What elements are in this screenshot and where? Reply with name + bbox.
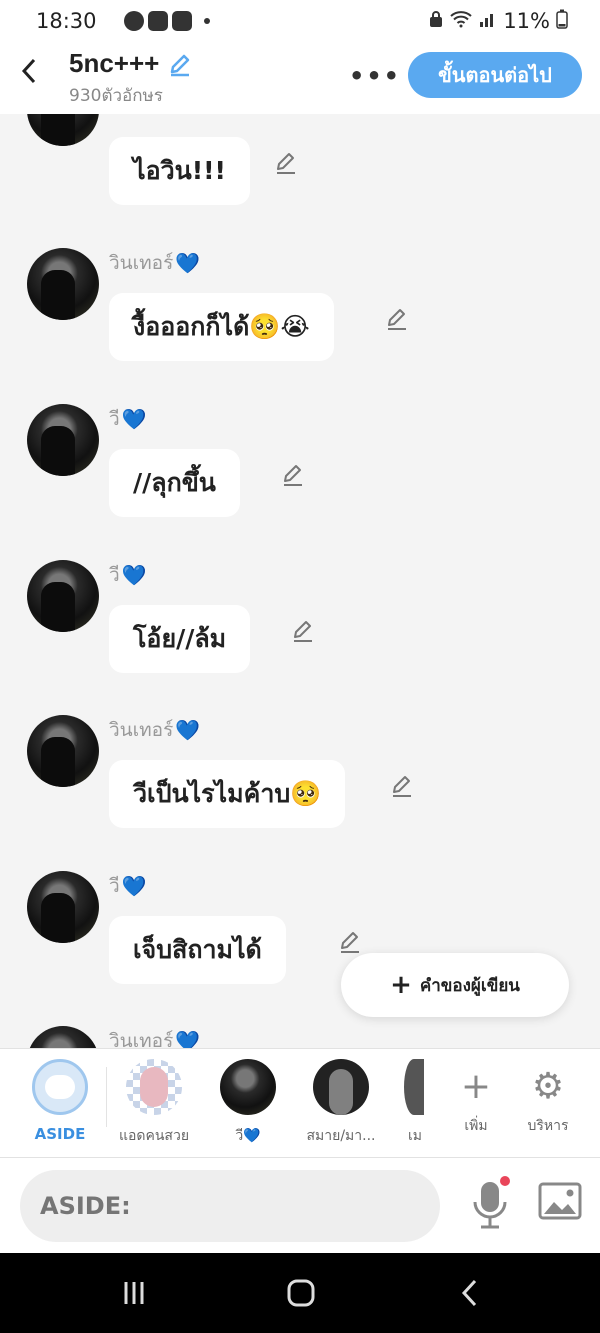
recording-dot-icon (500, 1176, 510, 1186)
nav-back-button[interactable] (450, 1273, 490, 1313)
sender-name: วินเทอร์ 💙 (109, 1026, 200, 1048)
next-step-button[interactable]: ขั้นตอนต่อไป (408, 52, 582, 98)
character-label: เม (407, 1128, 422, 1144)
sender-name: วินเทอร์ 💙 (109, 251, 201, 275)
more-options-button[interactable]: ••• (349, 62, 401, 90)
avatar[interactable] (27, 404, 99, 476)
gallery-icon (148, 11, 168, 31)
sender-name: วี 💙 (109, 407, 147, 431)
message-bubble[interactable]: เจ็บสิถามได้ (109, 916, 286, 984)
edit-pencil-icon[interactable] (337, 928, 363, 954)
gear-icon: ⚙ (531, 1066, 565, 1107)
page-title: 5nc+++ (69, 48, 160, 78)
edit-pencil-icon[interactable] (280, 461, 306, 487)
edit-pencil-icon[interactable] (273, 149, 299, 175)
home-button[interactable] (281, 1273, 321, 1313)
chevron-left-icon (21, 58, 36, 84)
more-notifications-dot-icon (204, 18, 210, 24)
character-admin[interactable]: แอดคนสวย (112, 1059, 196, 1147)
character-smile[interactable]: สมาย/มา... (298, 1059, 384, 1147)
aside-input[interactable] (20, 1170, 440, 1242)
add-character-button[interactable]: + เพิ่ม (450, 1059, 502, 1137)
avatar[interactable] (27, 114, 99, 146)
avatar[interactable] (27, 248, 99, 320)
avatar[interactable] (27, 871, 99, 943)
sender-name: วินเทอร์ 💙 (109, 718, 201, 742)
character-aside[interactable]: ASIDE (28, 1059, 92, 1143)
manage-button[interactable]: ⚙ บริหาร (520, 1059, 576, 1137)
chat-area[interactable]: ไอวิน!!! วินเทอร์ 💙 งื้อออกก็ได้🥺😭 วี 💙 //… (0, 114, 600, 1048)
blue-heart-icon: 💙 (121, 563, 147, 587)
manage-label: บริหาร (527, 1118, 569, 1134)
avatar (220, 1059, 276, 1115)
divider (106, 1067, 107, 1127)
sender-name: วี 💙 (109, 563, 147, 587)
back-button[interactable] (14, 56, 44, 96)
character-selector: ASIDE แอดคนสวย วี💙 สมาย/มา... เม + เพิ่ม… (0, 1048, 600, 1158)
message-bubble[interactable]: โอ้ย//ล้ม (109, 605, 251, 673)
character-count: 930ตัวอักษร (69, 86, 163, 106)
character-label: สมาย/มา... (306, 1128, 376, 1144)
message-bubble[interactable]: //ลุกขึ้น (109, 449, 240, 517)
system-nav-bar (0, 1253, 600, 1333)
avatar[interactable] (27, 715, 99, 787)
authors-note-button[interactable]: + คำของผู้เขียน (341, 953, 569, 1017)
recents-icon (124, 1282, 144, 1304)
system-icons: 11% (429, 9, 568, 33)
message-bubble[interactable]: ไอวิน!!! (109, 137, 250, 205)
recent-apps-button[interactable] (114, 1273, 154, 1313)
aside-avatar (32, 1059, 88, 1115)
character-label: แอดคนสวย (118, 1128, 190, 1144)
blue-heart-icon: 💙 (121, 407, 147, 431)
character-label: ASIDE (34, 1125, 86, 1143)
battery-icon (556, 9, 568, 33)
add-label: เพิ่ม (464, 1118, 488, 1134)
blue-heart-icon: 💙 (175, 251, 201, 275)
edit-title-icon[interactable] (167, 51, 193, 77)
youtube-icon (172, 11, 192, 31)
blue-heart-icon: 💙 (175, 1029, 201, 1048)
message-bubble[interactable]: งื้อออกก็ได้🥺😭 (109, 293, 334, 361)
wifi-icon (449, 10, 473, 32)
blue-heart-icon: 💙 (121, 874, 147, 898)
image-icon[interactable] (538, 1182, 582, 1222)
lock-icon (429, 10, 443, 32)
edit-pencil-icon[interactable] (384, 305, 410, 331)
edit-pencil-icon[interactable] (389, 772, 415, 798)
messenger-icon (124, 11, 144, 31)
avatar (126, 1059, 182, 1115)
avatar (404, 1059, 424, 1115)
header: 5nc+++ 930ตัวอักษร ••• ขั้นตอนต่อไป (0, 44, 600, 114)
character-partial[interactable]: เม (404, 1059, 426, 1147)
authors-note-label: คำของผู้เขียน (419, 975, 520, 996)
status-time: 18:30 (36, 9, 97, 33)
signal-icon (479, 10, 497, 32)
blue-heart-icon: 💙 (175, 718, 201, 742)
plus-icon: + (390, 970, 412, 1000)
edit-pencil-icon[interactable] (290, 617, 316, 643)
plus-icon: + (460, 1066, 492, 1107)
title-block[interactable]: 5nc+++ 930ตัวอักษร (69, 48, 193, 109)
avatar[interactable] (27, 1026, 99, 1048)
character-v[interactable]: วี💙 (218, 1059, 278, 1147)
input-bar (0, 1158, 600, 1253)
chevron-left-icon (461, 1279, 477, 1307)
character-label: วี💙 (235, 1128, 261, 1144)
microphone-icon[interactable] (470, 1178, 510, 1232)
battery-percent: 11% (503, 9, 550, 33)
chat-bubble-icon (45, 1075, 75, 1099)
notification-icons (124, 11, 210, 31)
home-icon (287, 1279, 315, 1307)
status-bar: 18:30 11% (0, 0, 600, 44)
avatar[interactable] (27, 560, 99, 632)
sender-name: วี 💙 (109, 874, 147, 898)
avatar (313, 1059, 369, 1115)
page-title-row[interactable]: 5nc+++ (69, 48, 193, 79)
message-bubble[interactable]: วีเป็นไรไมค้าบ🥺 (109, 760, 346, 828)
